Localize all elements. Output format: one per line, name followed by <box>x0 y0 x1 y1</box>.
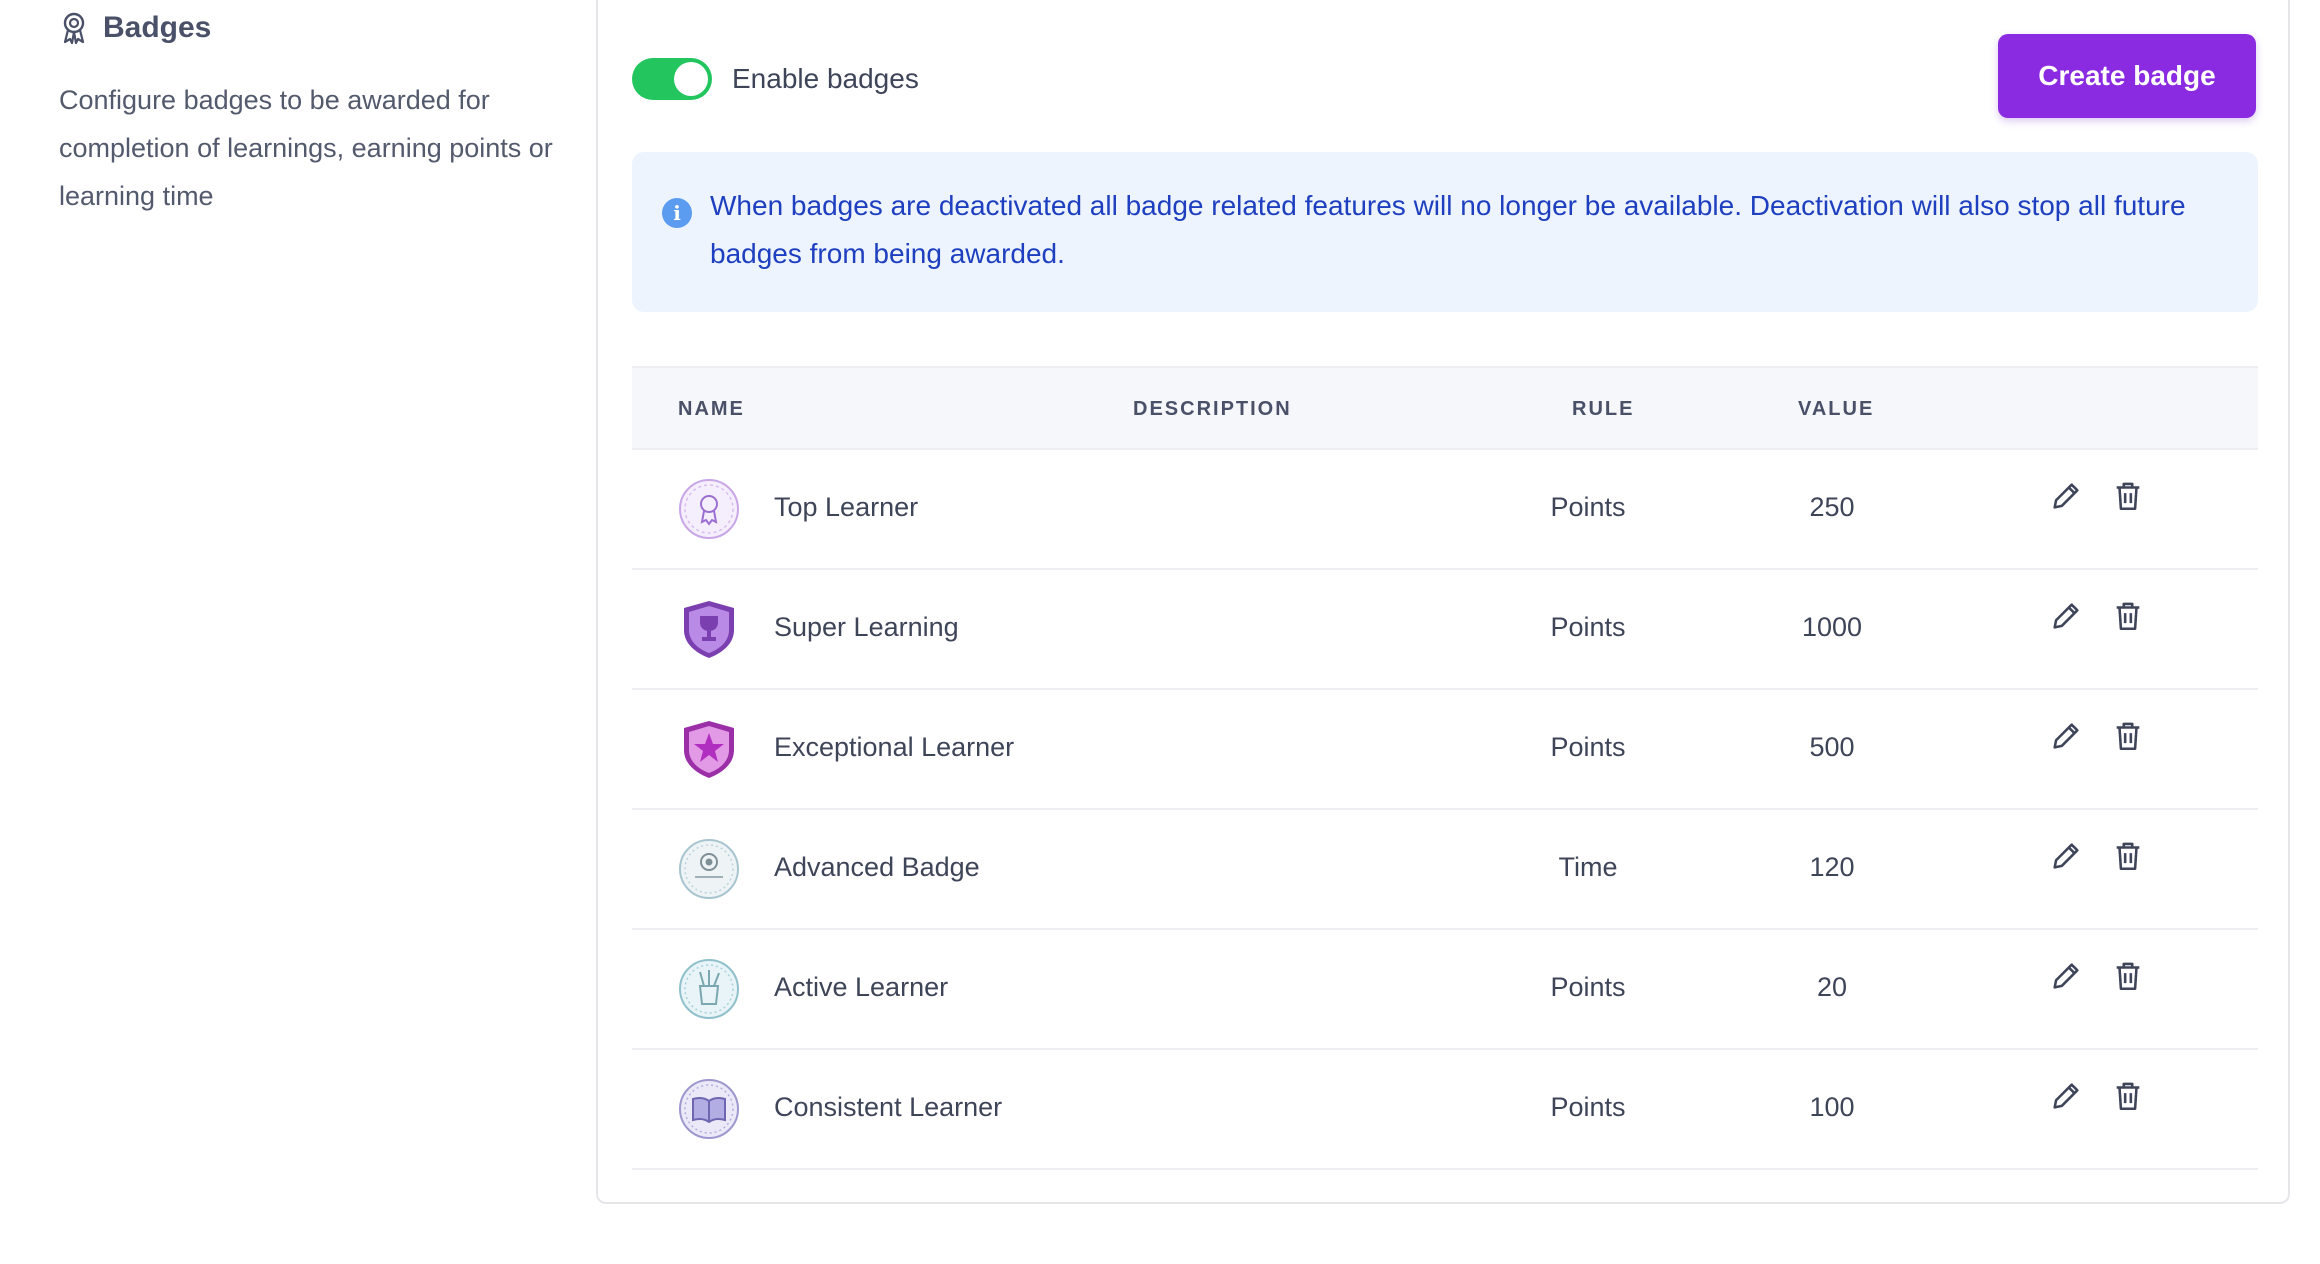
table-row: Top Learner Points 250 <box>632 450 2258 570</box>
section-title: Badges <box>103 11 212 44</box>
section-description: Configure badges to be awarded for compl… <box>59 85 553 211</box>
badge-value: 250 <box>1809 492 1855 522</box>
delete-button[interactable] <box>2108 716 2148 756</box>
pencil-cup-badge-icon <box>679 959 739 1019</box>
delete-button[interactable] <box>2108 476 2148 516</box>
badges-card: Enable badges Create badge i When badges… <box>596 0 2290 1204</box>
trash-icon <box>2116 962 2140 991</box>
trash-icon <box>2116 1082 2140 1111</box>
enable-badges-toggle[interactable] <box>632 58 712 100</box>
create-badge-button[interactable]: Create badge <box>1998 34 2256 118</box>
target-badge-icon <box>679 839 739 899</box>
trash-icon <box>2116 722 2140 751</box>
star-shield-badge-icon <box>684 721 734 778</box>
trash-icon <box>2116 602 2140 631</box>
table-row: Consistent Learner Points 100 <box>632 1050 2258 1170</box>
trash-icon <box>2116 482 2140 511</box>
info-icon: i <box>662 198 692 228</box>
delete-button[interactable] <box>2108 596 2148 636</box>
enable-badges-row: Enable badges <box>632 58 919 100</box>
column-header-rule: RULE <box>1572 398 1635 420</box>
edit-button[interactable] <box>2046 596 2086 636</box>
badge-rule: Points <box>1550 492 1626 522</box>
enable-badges-label: Enable badges <box>732 63 919 94</box>
delete-button[interactable] <box>2108 956 2148 996</box>
pencil-icon <box>2053 1083 2079 1109</box>
badge-name: Advanced Badge <box>774 852 980 882</box>
badge-rule: Points <box>1550 972 1626 1002</box>
section-header: Badges <box>59 8 579 48</box>
pencil-icon <box>2053 963 2079 989</box>
badge-rule: Points <box>1550 612 1626 642</box>
badges-table: NAME DESCRIPTION RULE VALUE Top Learner … <box>632 366 2258 1170</box>
badge-value: 1000 <box>1801 612 1863 642</box>
badge-value: 500 <box>1809 732 1855 762</box>
info-banner: i When badges are deactivated all badge … <box>632 152 2258 312</box>
delete-button[interactable] <box>2108 1076 2148 1116</box>
edit-button[interactable] <box>2046 476 2086 516</box>
section-info: Badges Configure badges to be awarded fo… <box>59 8 579 220</box>
medal-badge-icon <box>679 479 739 539</box>
pencil-icon <box>2053 843 2079 869</box>
pencil-icon <box>2053 603 2079 629</box>
trophy-shield-badge-icon <box>684 601 734 658</box>
edit-button[interactable] <box>2046 836 2086 876</box>
badge-name: Top Learner <box>774 492 919 522</box>
badge-rule: Points <box>1550 732 1626 762</box>
badge-value: 100 <box>1809 1092 1855 1122</box>
trash-icon <box>2116 842 2140 871</box>
edit-button[interactable] <box>2046 956 2086 996</box>
badge-value: 120 <box>1809 852 1855 882</box>
column-header-value: VALUE <box>1798 398 1875 420</box>
table-row: Super Learning Points 1000 <box>632 570 2258 690</box>
column-header-name: NAME <box>678 398 745 420</box>
pencil-icon <box>2053 723 2079 749</box>
badge-name: Consistent Learner <box>774 1092 1003 1122</box>
column-header-description: DESCRIPTION <box>1133 398 1292 420</box>
edit-button[interactable] <box>2046 1076 2086 1116</box>
pencil-icon <box>2053 483 2079 509</box>
badge-value: 20 <box>1816 972 1848 1002</box>
table-row: Active Learner Points 20 <box>632 930 2258 1050</box>
info-message: When badges are deactivated all badge re… <box>710 190 2186 269</box>
badge-name: Super Learning <box>774 612 959 642</box>
edit-button[interactable] <box>2046 716 2086 756</box>
table-header: NAME DESCRIPTION RULE VALUE <box>632 366 2258 450</box>
badge-rule: Time <box>1558 852 1618 882</box>
toggle-knob <box>674 62 708 96</box>
table-row: Advanced Badge Time 120 <box>632 810 2258 930</box>
book-badge-icon <box>679 1079 739 1139</box>
badge-name: Exceptional Learner <box>774 732 1015 762</box>
delete-button[interactable] <box>2108 836 2148 876</box>
table-row: Exceptional Learner Points 500 <box>632 690 2258 810</box>
badge-rule: Points <box>1550 1092 1626 1122</box>
badge-name: Active Learner <box>774 972 949 1002</box>
award-ribbon-icon <box>63 12 85 45</box>
